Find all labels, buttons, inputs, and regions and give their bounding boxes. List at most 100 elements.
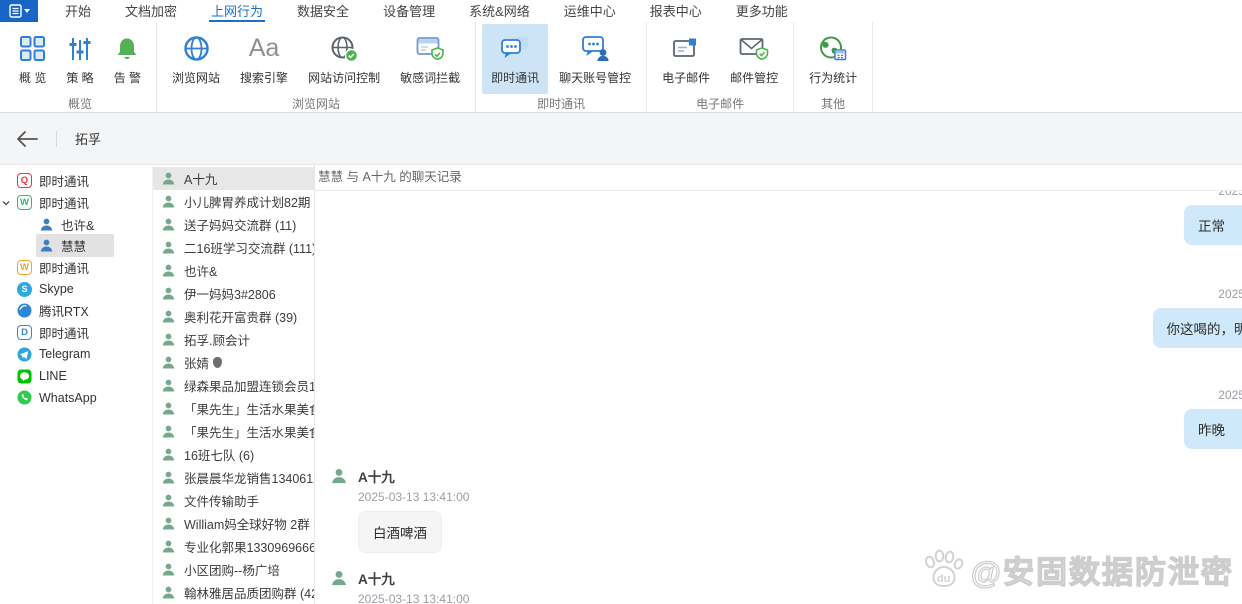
menu-tab-1[interactable]: 文档加密 <box>123 0 179 22</box>
contact-item-6[interactable]: 奥利花开富贵群 (39) <box>153 305 314 328</box>
sidebar-item-7[interactable]: D即时通讯 <box>0 322 152 344</box>
contact-item-10[interactable]: 「果先生」生活水果美食3... <box>153 397 314 420</box>
avatar <box>330 467 348 485</box>
im-source-tree: Q即时通讯W即时通讯也许&慧慧W即时通讯SSkype腾讯RTXD即时通讯Tele… <box>0 165 152 604</box>
ribbon-button-window-shield[interactable]: 敏感词拦截 <box>391 24 469 94</box>
line-icon <box>17 369 32 384</box>
ribbon-button-envelope-shield[interactable]: 邮件管控 <box>721 24 787 94</box>
message-timestamp: 2025- <box>1218 287 1242 301</box>
chat-message-area: 2025-正常 2025-你这喝的，明天2025- 昨晚 A十九2025-03-13 … <box>315 191 1242 604</box>
contact-item-3[interactable]: 二16班学习交流群 (111) <box>153 236 314 259</box>
sidebar-item-2[interactable]: 也许& <box>0 213 152 235</box>
contact-item-16[interactable]: 专业化郭果13309696668 <box>153 535 314 558</box>
contact-item-1[interactable]: 小儿脾胃养成计划82期 (120) <box>153 190 314 213</box>
globe-check-icon <box>330 32 358 66</box>
ribbon-button-overview-grid[interactable]: 概 览 <box>10 24 55 94</box>
skype-icon: S <box>17 282 32 297</box>
ribbon-button-globe-check[interactable]: 网站访问控制 <box>299 24 389 94</box>
contact-label: 16班七队 (6) <box>184 445 254 464</box>
menu-tab-5[interactable]: 系统&网络 <box>467 0 532 22</box>
contact-item-14[interactable]: 文件传输助手 <box>153 489 314 512</box>
message-body: A十九2025-03-13 13:41:00[裂开] <box>358 567 469 604</box>
sidebar-item-6[interactable]: 腾讯RTX <box>0 300 152 322</box>
sidebar-item-label: Telegram <box>39 347 90 361</box>
menu-tab-8[interactable]: 更多功能 <box>734 0 790 22</box>
chat-message-incoming: A十九2025-03-13 13:41:00[裂开] <box>330 567 1242 604</box>
whatsapp-icon <box>17 390 32 405</box>
contact-item-9[interactable]: 绿森果品加盟连锁会员13... <box>153 374 314 397</box>
person-green-holder <box>161 585 176 600</box>
person-green-holder <box>161 447 176 462</box>
aa-letters-icon: Aa <box>249 36 280 61</box>
ribbon-button-chat-bubbles[interactable]: 即时通讯 <box>482 24 548 94</box>
chat-message-outgoing: 2025-正常 <box>330 191 1242 245</box>
ribbon-button-envelope[interactable]: 电子邮件 <box>653 24 719 94</box>
contact-item-2[interactable]: 送子妈妈交流群 (11) <box>153 213 314 236</box>
ribbon-group-label: 浏览网站 <box>162 95 470 112</box>
qq-icon: Q <box>17 173 32 188</box>
contact-item-12[interactable]: 16班七队 (6) <box>153 443 314 466</box>
contact-label: William妈全球好物 2群 (5... <box>184 514 314 533</box>
window-shield-icon <box>416 32 445 66</box>
qq-holder: Q <box>17 173 32 188</box>
contact-label: 也许& <box>184 261 217 280</box>
sidebar-item-0[interactable]: Q即时通讯 <box>0 170 152 192</box>
contact-item-15[interactable]: William妈全球好物 2群 (5... <box>153 512 314 535</box>
menu-tab-2[interactable]: 上网行为 <box>209 0 265 22</box>
overview-grid-icon <box>19 32 46 66</box>
contact-item-18[interactable]: 翰林雅居品质团购群 (420) <box>153 581 314 604</box>
contact-label: 小区团购--杨广培 <box>184 560 280 579</box>
ribbon-button-alert-bell[interactable]: 告 警 <box>105 24 150 94</box>
person-icon <box>161 240 176 255</box>
contact-label: 翰林雅居品质团购群 (420) <box>184 583 314 602</box>
chat-message-outgoing: 2025-你这喝的，明天 <box>330 287 1242 348</box>
ribbon-button-globe-stats[interactable]: 行为统计 <box>800 24 866 94</box>
contact-item-7[interactable]: 拓孚.顾会计 <box>153 328 314 351</box>
ribbon-button-label: 概 览 <box>19 69 46 86</box>
ribbon-button-globe[interactable]: 浏览网站 <box>163 24 229 94</box>
menu-tab-6[interactable]: 运维中心 <box>562 0 618 22</box>
person-green-holder <box>161 217 176 232</box>
contact-item-11[interactable]: 「果先生」生活水果美食3... <box>153 420 314 443</box>
contact-item-17[interactable]: 小区团购--杨广培 <box>153 558 314 581</box>
sidebar-item-9[interactable]: LINE <box>0 365 152 387</box>
expander[interactable] <box>1 198 14 208</box>
contact-item-5[interactable]: 伊一妈妈3#2806 <box>153 282 314 305</box>
sidebar-item-10[interactable]: WhatsApp <box>0 387 152 409</box>
back-button[interactable] <box>16 131 38 147</box>
divider <box>56 131 57 147</box>
message-timestamp: 2025-03-13 13:41:00 <box>358 592 469 604</box>
menu-tab-0[interactable]: 开始 <box>63 0 93 22</box>
contact-item-4[interactable]: 也许& <box>153 259 314 282</box>
message-bubble: 昨晚 <box>1184 409 1242 449</box>
person-green-holder <box>161 493 176 508</box>
sidebar-item-label: 也许& <box>61 215 94 234</box>
ribbon-button-policy-sliders[interactable]: 策 略 <box>57 24 102 94</box>
contact-item-13[interactable]: 张晨晨华龙销售13406127... <box>153 466 314 489</box>
contact-item-0[interactable]: A十九 <box>153 167 314 190</box>
app-menu-button[interactable] <box>0 0 38 22</box>
sidebar-item-3[interactable]: 慧慧 <box>0 235 152 257</box>
person-icon <box>161 539 176 554</box>
menu-tab-7[interactable]: 报表中心 <box>648 0 704 22</box>
menu-tab-3[interactable]: 数据安全 <box>295 0 351 22</box>
sidebar-item-body: SSkype <box>14 280 78 299</box>
menu-tab-4[interactable]: 设备管理 <box>381 0 437 22</box>
contact-item-8[interactable]: 张婧 <box>153 351 314 374</box>
ribbon-button-chat-account[interactable]: 聊天账号管控 <box>550 24 640 94</box>
sidebar-item-8[interactable]: Telegram <box>0 344 152 366</box>
globe-icon <box>183 32 210 66</box>
chat-account-icon <box>581 32 610 66</box>
policy-sliders-icon <box>67 32 93 66</box>
ribbon-button-search-aa[interactable]: Aa搜索引擎 <box>231 24 297 94</box>
sidebar-item-body: W即时通讯 <box>14 191 93 214</box>
envelope-shield-icon <box>739 32 769 66</box>
sidebar-item-1[interactable]: W即时通讯 <box>0 192 152 214</box>
sidebar-item-body: 慧慧 <box>36 234 114 257</box>
sidebar-item-label: 慧慧 <box>61 236 86 255</box>
contact-label: 二16班学习交流群 (111) <box>184 238 314 257</box>
telegram-holder <box>17 347 32 362</box>
sidebar-item-5[interactable]: SSkype <box>0 278 152 300</box>
ribbon-group-label: 其他 <box>799 95 867 112</box>
sidebar-item-4[interactable]: W即时通讯 <box>0 257 152 279</box>
